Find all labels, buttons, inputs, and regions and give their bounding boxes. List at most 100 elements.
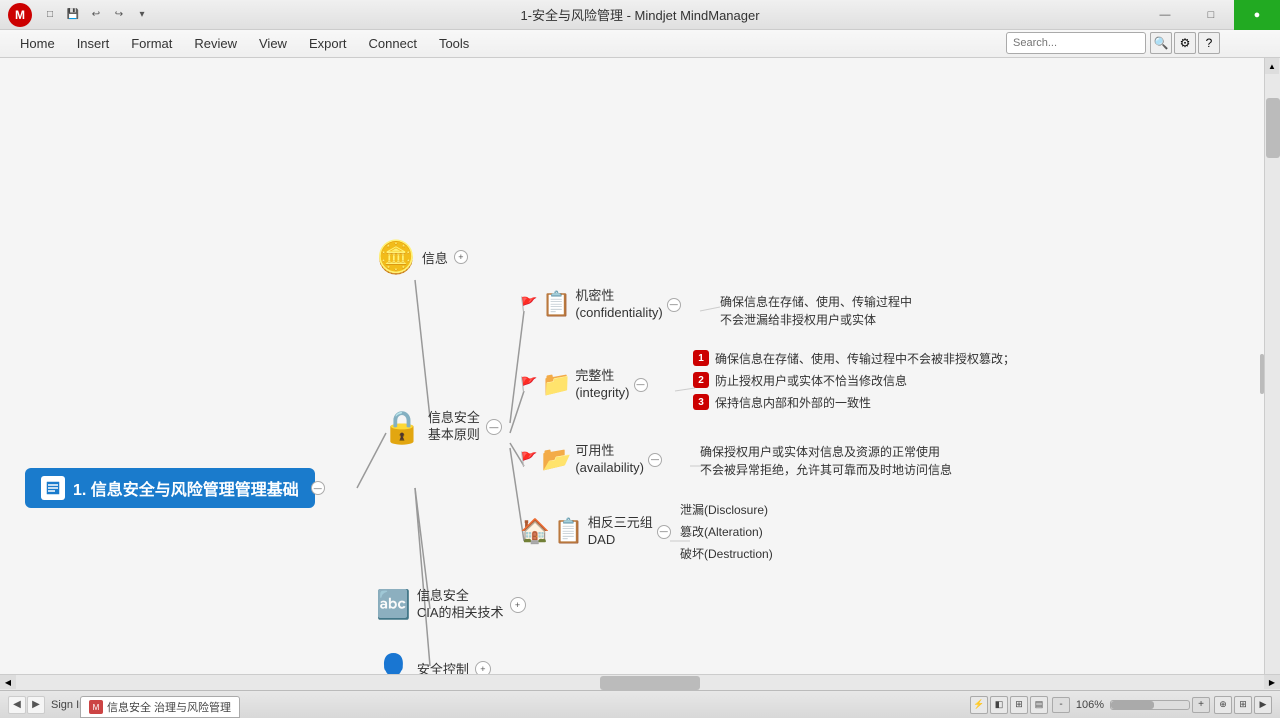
help-icon[interactable]: ? xyxy=(1198,32,1220,54)
prev-page-button[interactable]: ◀ xyxy=(8,696,26,714)
num1-icon: 1 xyxy=(693,350,709,366)
dad-items: 泄漏(Disclosure) 篡改(Alteration) 破坏(Destruc… xyxy=(680,501,773,563)
node-info: 🪙 信息 + xyxy=(376,238,468,276)
zoom-control: - 106% + xyxy=(1052,697,1210,713)
save-button[interactable]: 💾 xyxy=(63,4,83,24)
view-mode-button2[interactable]: ⊞ xyxy=(1010,696,1028,714)
house-icon-dad: 🏠 xyxy=(520,517,550,546)
menu-format[interactable]: Format xyxy=(121,32,182,55)
horizontal-scrollbar[interactable]: ◀ ▶ xyxy=(0,674,1280,690)
cia-expand-button[interactable]: + xyxy=(510,597,526,613)
more-button[interactable]: ▾ xyxy=(132,4,152,24)
confidentiality-label: 机密性(confidentiality) xyxy=(575,288,662,322)
file-icon-integrity: 📁 xyxy=(541,370,571,399)
availability-label: 可用性(availability) xyxy=(575,443,644,477)
menu-export[interactable]: Export xyxy=(299,32,357,55)
scroll-left-button[interactable]: ◀ xyxy=(0,675,16,689)
integrity-expand-button[interactable]: — xyxy=(634,378,648,392)
mindmap-canvas: 🪙 信息 + 🔒 信息安全基本原则 — 🔤 信息安全CIA的相关技术 + 👤 安… xyxy=(0,58,1280,690)
fit-page-button[interactable]: ⊞ xyxy=(1234,696,1252,714)
map-tab[interactable]: M 信息安全 治理与风险管理 xyxy=(80,696,240,718)
branch-dad: 🏠 📋 相反三元组DAD — xyxy=(520,515,671,549)
info-expand-button[interactable]: + xyxy=(454,250,468,264)
security-collapse-button[interactable]: — xyxy=(486,419,502,435)
dad-item-destruction: 破坏(Destruction) xyxy=(680,545,773,563)
search-input[interactable] xyxy=(1006,32,1146,54)
node-cia-label: 信息安全CIA的相关技术 xyxy=(417,588,504,622)
menu-insert[interactable]: Insert xyxy=(67,32,120,55)
confidentiality-desc-text: 确保信息在存储、使用、传输过程中不会泄漏给非授权用户或实体 xyxy=(720,295,912,327)
dad-item-disclosure: 泄漏(Disclosure) xyxy=(680,501,773,519)
dad-expand-button[interactable]: — xyxy=(657,525,671,539)
view-mode-button3[interactable]: ▤ xyxy=(1030,696,1048,714)
menu-tools[interactable]: Tools xyxy=(429,32,479,55)
expand-all-button[interactable]: ⊕ xyxy=(1214,696,1232,714)
integrity-desc: 1 确保信息在存储、使用、传输过程中不会被非授权篡改； 2 防止授权用户或实体不… xyxy=(693,350,1015,412)
green-action-button[interactable]: ● xyxy=(1234,0,1280,30)
scroll-thumb-horizontal[interactable] xyxy=(600,676,700,690)
more-options-button[interactable]: ▶ xyxy=(1254,696,1272,714)
node-cia: 🔤 信息安全CIA的相关技术 + xyxy=(376,588,526,622)
integrity-label: 完整性(integrity) xyxy=(575,368,629,402)
branch-availability: 🚩 📂 可用性(availability) — xyxy=(520,443,662,477)
menu-view[interactable]: View xyxy=(249,32,297,55)
maximize-button[interactable]: □ xyxy=(1188,0,1234,30)
scroll-up-button[interactable]: ▲ xyxy=(1265,58,1279,74)
window-title: 1-安全与风险管理 - Mindjet MindManager xyxy=(520,5,759,24)
redo-button[interactable]: ↪ xyxy=(109,4,129,24)
dad-item-alteration: 篡改(Alteration) xyxy=(680,523,773,541)
undo-button[interactable]: ↩ xyxy=(86,4,106,24)
view-mode-button1[interactable]: ◧ xyxy=(990,696,1008,714)
view-controls: ⚡ ◧ ⊞ ▤ xyxy=(970,696,1048,714)
folder-icon-availability: 📂 xyxy=(541,445,571,474)
menu-connect[interactable]: Connect xyxy=(359,32,427,55)
availability-desc: 确保授权用户或实体对信息及资源的正常使用不会被异常拒绝，允许其可靠而及时地访问信… xyxy=(700,443,952,479)
flag-icon-availability: 🚩 xyxy=(520,451,537,468)
zoom-in-button[interactable]: + xyxy=(1192,697,1210,713)
tab-area: M 信息安全 治理与风险管理 xyxy=(80,696,240,718)
integrity-desc1: 确保信息在存储、使用、传输过程中不会被非授权篡改； xyxy=(715,350,1015,368)
menu-home[interactable]: Home xyxy=(10,32,65,55)
flag-icon-confidentiality: 🚩 xyxy=(520,296,537,313)
page-nav-controls: ◀ ▶ xyxy=(8,696,45,714)
next-page-button[interactable]: ▶ xyxy=(27,696,45,714)
search-icon[interactable]: 🔍 xyxy=(1150,32,1172,54)
minimize-button[interactable]: — xyxy=(1142,0,1188,30)
menubar: Home Insert Format Review View Export Co… xyxy=(0,30,1280,58)
scroll-right-button[interactable]: ▶ xyxy=(1264,675,1280,689)
flag-icon-integrity: 🚩 xyxy=(520,376,537,393)
branch-integrity: 🚩 📁 完整性(integrity) — xyxy=(520,368,648,402)
zoom-level: 106% xyxy=(1072,699,1108,711)
search-area: 🔍 ⚙ ? xyxy=(1006,32,1220,54)
confidentiality-desc: 确保信息在存储、使用、传输过程中不会泄漏给非授权用户或实体 xyxy=(720,293,912,329)
main-topic-icon xyxy=(41,476,65,500)
abc-icon: 🔤 xyxy=(376,588,411,621)
quick-access-toolbar: □ 💾 ↩ ↪ ▾ xyxy=(40,4,152,24)
menu-review[interactable]: Review xyxy=(184,32,247,55)
coins-icon: 🪙 xyxy=(376,238,416,276)
filter-button[interactable]: ⚡ xyxy=(970,696,988,714)
tab-label: 信息安全 治理与风险管理 xyxy=(107,699,231,715)
availability-expand-button[interactable]: — xyxy=(648,453,662,467)
status-right-controls: ⚡ ◧ ⊞ ▤ - 106% + ⊕ ⊞ ▶ xyxy=(970,696,1272,714)
new-button[interactable]: □ xyxy=(40,4,60,24)
num3-icon: 3 xyxy=(693,394,709,410)
app-logo: M xyxy=(8,3,32,27)
num2-icon: 2 xyxy=(693,372,709,388)
vertical-scrollbar[interactable]: ▲ ▼ xyxy=(1264,58,1280,690)
extra-controls: ⊕ ⊞ ▶ xyxy=(1214,696,1272,714)
dad-label: 相反三元组DAD xyxy=(588,515,653,549)
integrity-desc3: 保持信息内部和外部的一致性 xyxy=(715,394,871,412)
main-topic-expand-button[interactable]: — xyxy=(311,481,325,495)
tab-icon: M xyxy=(89,700,103,714)
scroll-thumb-vertical[interactable] xyxy=(1266,98,1280,158)
confidentiality-expand-button[interactable]: — xyxy=(667,298,681,312)
node-info-label: 信息 xyxy=(422,248,448,267)
zoom-out-button[interactable]: - xyxy=(1052,697,1070,713)
node-security-label: 信息安全基本原则 xyxy=(428,410,480,444)
main-topic[interactable]: 1. 信息安全与风险管理管理基础 — xyxy=(25,468,315,508)
zoom-slider[interactable] xyxy=(1110,700,1190,710)
settings-icon[interactable]: ⚙ xyxy=(1174,32,1196,54)
branch-confidentiality: 🚩 📋 机密性(confidentiality) — xyxy=(520,288,681,322)
splitter-handle[interactable] xyxy=(1260,354,1264,394)
